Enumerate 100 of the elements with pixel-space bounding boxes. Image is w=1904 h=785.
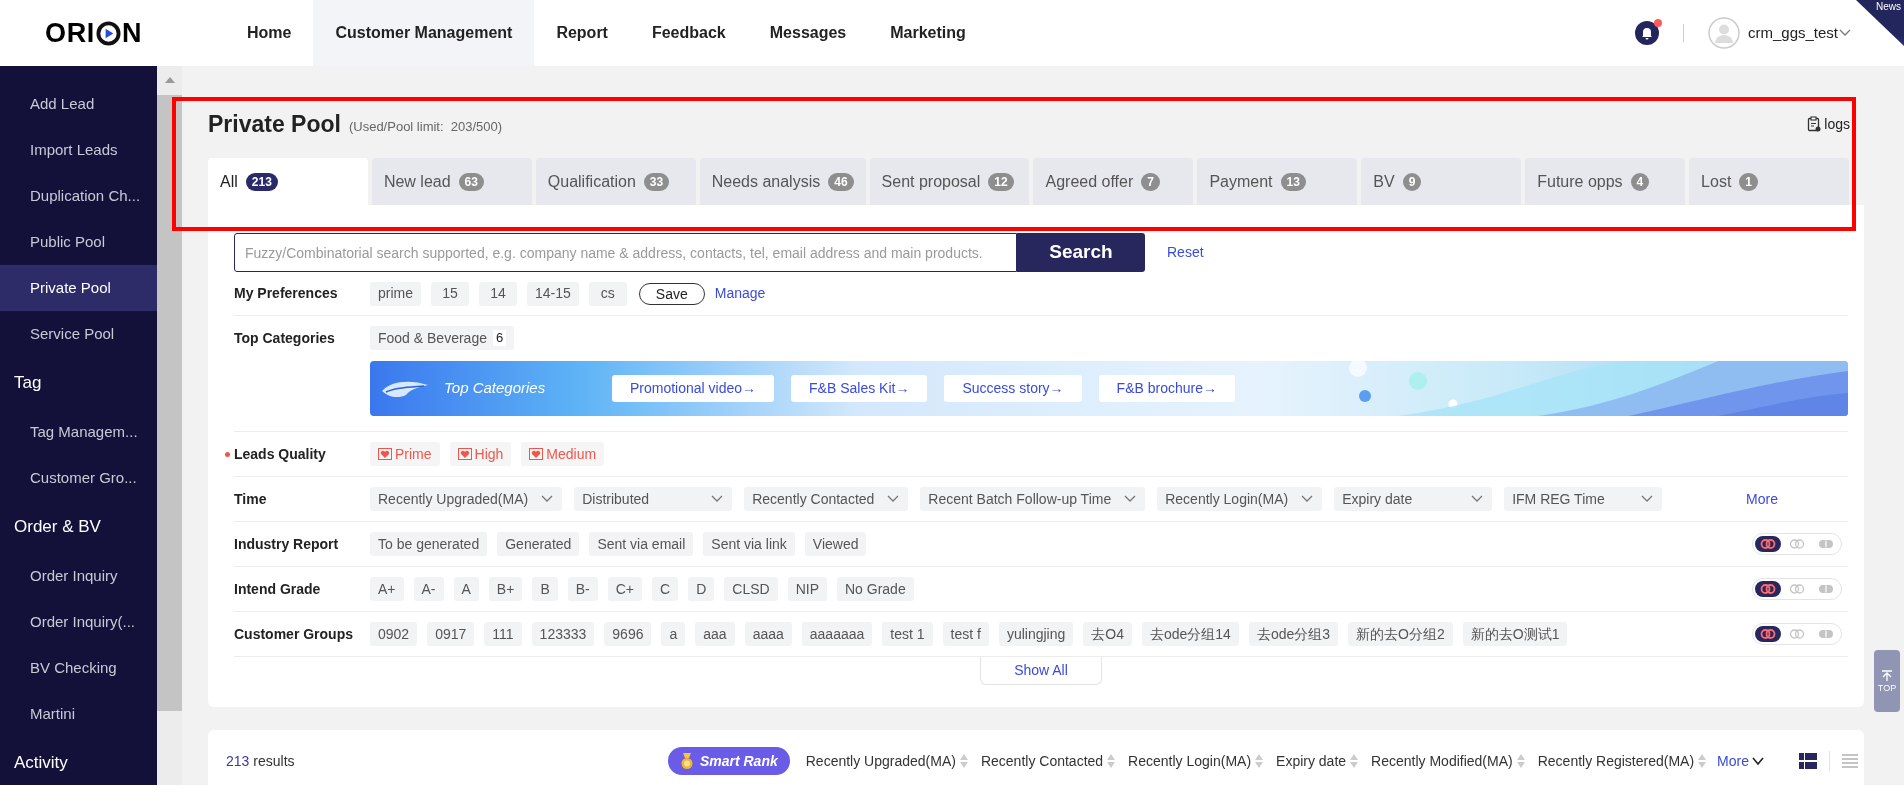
- tab[interactable]: New lead 63: [371, 158, 532, 205]
- nav-tab[interactable]: Marketing: [868, 0, 988, 66]
- filter-chip[interactable]: yulingjing: [998, 622, 1074, 646]
- show-all-button[interactable]: Show All: [980, 657, 1102, 685]
- avatar-icon[interactable]: [1707, 17, 1740, 49]
- sidebar-item[interactable]: BV Checking: [0, 645, 157, 691]
- sidebar-item[interactable]: Order Inquiry(...: [0, 599, 157, 645]
- more-link[interactable]: More: [1717, 750, 1765, 772]
- sort-button[interactable]: Recently Upgraded(MA): [805, 750, 969, 772]
- filter-chip[interactable]: Viewed: [804, 532, 867, 556]
- search-field[interactable]: Fuzzy/Combinatorial search supported, e.g. company name & address, contacts, tel, email address and main products.: [234, 233, 1017, 272]
- banner-link-button[interactable]: Success story→: [944, 375, 1082, 402]
- filter-chip[interactable]: test f: [942, 622, 989, 646]
- filter-chip[interactable]: B+: [488, 577, 523, 601]
- notification-button[interactable]: [1634, 21, 1659, 45]
- sidebar-item[interactable]: Service Pool: [0, 311, 157, 357]
- sort-button[interactable]: Recently Login(MA): [1128, 750, 1265, 772]
- scroll-up-icon[interactable]: [163, 76, 176, 84]
- time-dropdown[interactable]: Recently Contacted: [744, 487, 909, 511]
- filter-chip[interactable]: C: [652, 577, 679, 601]
- preference-chip[interactable]: 14-15: [527, 281, 579, 306]
- time-dropdown[interactable]: IFM REG Time: [1504, 487, 1663, 511]
- sidebar-item[interactable]: Import Leads: [0, 127, 157, 173]
- list-view-icon[interactable]: [1842, 753, 1858, 769]
- mode-toggle[interactable]: [1755, 626, 1781, 642]
- tab[interactable]: Sent proposal 12: [869, 158, 1030, 205]
- filter-chip[interactable]: CLSD: [724, 577, 778, 601]
- smart-rank-button[interactable]: Smart Rank: [667, 747, 790, 775]
- banner-link-button[interactable]: F&B Sales Kit→: [791, 375, 928, 402]
- filter-chip[interactable]: aaaaaaa: [801, 622, 873, 646]
- filter-chip[interactable]: B: [532, 577, 558, 601]
- sidebar-item[interactable]: Add Lead: [0, 81, 157, 127]
- sidebar-item[interactable]: Order Inquiry: [0, 553, 157, 599]
- tab[interactable]: Future opps 4: [1525, 158, 1686, 205]
- more-link[interactable]: More: [1746, 488, 1778, 510]
- sidebar-item[interactable]: Customer Gro...: [0, 455, 157, 501]
- filter-chip[interactable]: aaa: [695, 622, 735, 646]
- filter-chip[interactable]: 去O4: [1083, 622, 1132, 646]
- sort-button[interactable]: Recently Contacted: [980, 750, 1117, 772]
- preference-chip[interactable]: 15: [431, 281, 469, 306]
- preference-chip[interactable]: 14: [479, 281, 517, 306]
- filter-chip[interactable]: C+: [607, 577, 642, 601]
- tab[interactable]: Qualification 33: [535, 158, 696, 205]
- filter-chip[interactable]: 新的去O测试1: [1462, 622, 1568, 646]
- mode-toggle[interactable]: [1755, 581, 1781, 597]
- filter-chip[interactable]: 新的去O分组2: [1348, 622, 1453, 646]
- filter-chip[interactable]: Generated: [497, 532, 580, 556]
- tab[interactable]: All 213: [208, 158, 368, 205]
- filter-chip[interactable]: test 1: [882, 622, 933, 646]
- sort-button[interactable]: Expiry date: [1276, 750, 1360, 772]
- manage-link[interactable]: Manage: [714, 283, 766, 304]
- filter-chip[interactable]: a: [661, 622, 686, 646]
- sidebar-item[interactable]: Public Pool: [0, 219, 157, 265]
- preference-chip[interactable]: cs: [588, 281, 627, 306]
- sidebar-item[interactable]: Tag Managem...: [0, 409, 157, 455]
- sidebar-item[interactable]: Martini: [0, 691, 157, 737]
- sort-button[interactable]: Recently Modified(MA): [1371, 750, 1526, 772]
- filter-chip[interactable]: A+: [370, 577, 404, 601]
- filter-chip[interactable]: No Grade: [836, 577, 914, 601]
- time-dropdown[interactable]: Recently Upgraded(MA): [370, 487, 563, 511]
- banner-link-button[interactable]: F&B brochure→: [1098, 375, 1235, 402]
- filter-chip[interactable]: 9696: [604, 622, 652, 646]
- filter-chip[interactable]: NIP: [787, 577, 827, 601]
- sort-button[interactable]: Recently Registered(MA): [1537, 750, 1708, 772]
- time-dropdown[interactable]: Expiry date: [1334, 487, 1493, 511]
- logo[interactable]: ORI N: [45, 19, 143, 47]
- tab[interactable]: Agreed offer 7: [1033, 158, 1194, 205]
- grid-view-icon[interactable]: [1799, 753, 1817, 769]
- time-dropdown[interactable]: Recently Login(MA): [1157, 487, 1323, 511]
- sidebar-item[interactable]: Duplication Ch...: [0, 173, 157, 219]
- chevron-down-icon[interactable]: [1838, 28, 1852, 38]
- user-name[interactable]: crm_ggs_test: [1747, 21, 1838, 45]
- filter-chip[interactable]: Sent via link: [703, 532, 795, 556]
- preference-chip[interactable]: prime: [370, 281, 421, 306]
- filter-chip[interactable]: 去ode分组3: [1248, 622, 1339, 646]
- nav-tab[interactable]: Messages: [747, 0, 869, 66]
- time-dropdown[interactable]: Recent Batch Follow-up Time: [920, 487, 1146, 511]
- sidebar-item[interactable]: Private Pool: [0, 265, 157, 311]
- news-ribbon[interactable]: News: [1856, 0, 1904, 46]
- filter-chip[interactable]: Sent via email: [589, 532, 694, 556]
- tab[interactable]: Payment 13: [1197, 158, 1358, 205]
- logs-button[interactable]: logs: [1807, 113, 1850, 135]
- filter-chip[interactable]: B-: [567, 577, 598, 601]
- mode-toggle[interactable]: [1755, 536, 1781, 552]
- filter-chip[interactable]: aaaa: [744, 622, 792, 646]
- category-chip[interactable]: Food & Beverage 6: [370, 326, 515, 350]
- filter-chip[interactable]: A-: [413, 577, 444, 601]
- filter-chip[interactable]: 0917: [427, 622, 475, 646]
- nav-tab[interactable]: Feedback: [629, 0, 748, 66]
- tab[interactable]: Needs analysis 46: [699, 158, 866, 205]
- search-button[interactable]: Search: [1017, 233, 1145, 272]
- filter-chip[interactable]: 111: [484, 622, 522, 646]
- filter-chip[interactable]: 123333: [531, 622, 595, 646]
- filter-chip[interactable]: D: [688, 577, 715, 601]
- nav-tab[interactable]: Home: [225, 0, 314, 66]
- time-dropdown[interactable]: Distributed: [574, 487, 733, 511]
- filter-chip[interactable]: 去ode分组14: [1141, 622, 1239, 646]
- filter-chip[interactable]: A: [453, 577, 479, 601]
- tab[interactable]: Lost 1: [1689, 158, 1849, 205]
- filter-chip[interactable]: To be generated: [370, 532, 488, 556]
